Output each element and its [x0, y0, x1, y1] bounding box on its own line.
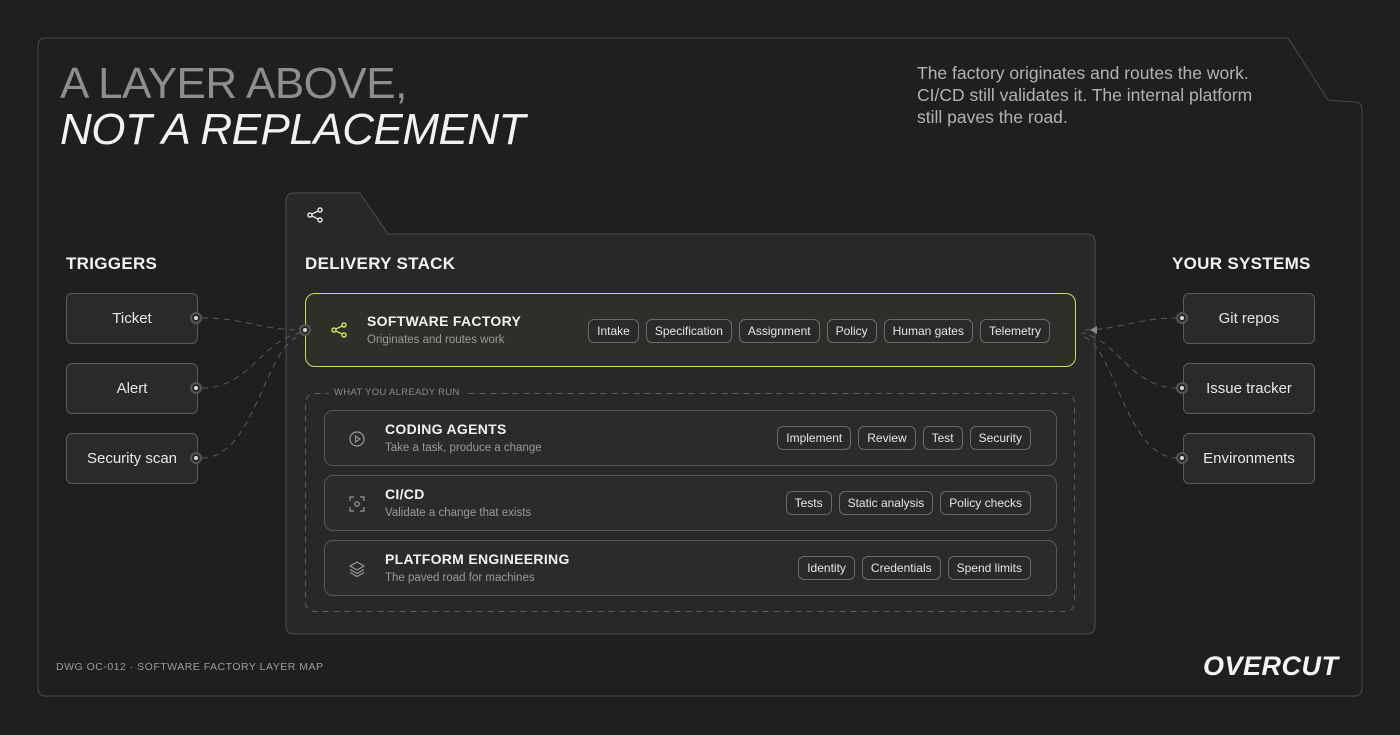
- trigger-port-security-scan: [190, 452, 202, 464]
- layer-description: Validate a change that exists: [385, 507, 532, 519]
- trigger-node-alert[interactable]: Alert: [66, 363, 198, 414]
- trigger-node-ticket[interactable]: Ticket: [66, 293, 198, 344]
- layer-description: Take a task, produce a change: [385, 442, 542, 454]
- play-circle-icon: [349, 431, 365, 447]
- chip-specification[interactable]: Specification: [645, 319, 732, 343]
- chip-static-analysis[interactable]: Static analysis: [838, 491, 934, 515]
- system-port-git-repos: [1176, 312, 1188, 324]
- share-nodes-icon: [331, 322, 347, 338]
- brand-logo: OVERCUT: [1203, 651, 1339, 681]
- layer-description: The paved road for machines: [385, 572, 535, 584]
- page-title: A LAYER ABOVE, NOT A REPLACEMENT: [60, 62, 525, 152]
- layer-name: SOFTWARE FACTORY: [367, 313, 522, 329]
- chip-security[interactable]: Security: [969, 426, 1031, 450]
- layer-name: PLATFORM ENGINEERING: [385, 551, 570, 567]
- scan-frame-icon: [349, 496, 365, 512]
- system-node-environments[interactable]: Environments: [1183, 433, 1315, 484]
- chip-human-gates[interactable]: Human gates: [883, 319, 973, 343]
- system-node-issue-tracker[interactable]: Issue tracker: [1183, 363, 1315, 414]
- trigger-node-security-scan[interactable]: Security scan: [66, 433, 198, 484]
- title-line-2: NOT A REPLACEMENT: [60, 105, 525, 154]
- chip-spend-limits[interactable]: Spend limits: [947, 556, 1031, 580]
- layers-icon: [349, 561, 365, 578]
- share-nodes-icon: [307, 207, 323, 223]
- chip-identity[interactable]: Identity: [798, 556, 855, 580]
- layer-name: CI/CD: [385, 486, 425, 502]
- chip-credentials[interactable]: Credentials: [861, 556, 941, 580]
- layer-description: Originates and routes work: [367, 334, 505, 346]
- triggers-heading: TRIGGERS: [66, 254, 158, 273]
- trigger-port-alert: [190, 382, 202, 394]
- chip-policy-checks[interactable]: Policy checks: [940, 491, 1031, 515]
- coding-agents-layer[interactable]: CODING AGENTS Take a task, produce a cha…: [324, 410, 1057, 466]
- platform-engineering-layer[interactable]: PLATFORM ENGINEERING The paved road for …: [324, 540, 1057, 596]
- layer-name: CODING AGENTS: [385, 421, 507, 437]
- systems-heading: YOUR SYSTEMS: [1172, 254, 1311, 273]
- chip-telemetry[interactable]: Telemetry: [979, 319, 1050, 343]
- title-line-1: A LAYER ABOVE,: [60, 59, 407, 108]
- chip-intake[interactable]: Intake: [588, 319, 639, 343]
- chip-policy[interactable]: Policy: [826, 319, 877, 343]
- factory-port-left: [299, 324, 311, 336]
- group-label: WHAT YOU ALREADY RUN: [329, 387, 465, 398]
- software-factory-layer[interactable]: SOFTWARE FACTORY Originates and routes w…: [305, 293, 1076, 367]
- system-node-git-repos[interactable]: Git repos: [1183, 293, 1315, 344]
- intro-text: The factory originates and routes the wo…: [917, 63, 1253, 127]
- ci-cd-layer[interactable]: CI/CD Validate a change that exists Test…: [324, 475, 1057, 531]
- trigger-port-ticket: [190, 312, 202, 324]
- drawing-code: DWG OC-012 · SOFTWARE FACTORY LAYER MAP: [56, 661, 324, 673]
- chip-assignment[interactable]: Assignment: [738, 319, 820, 343]
- chip-implement[interactable]: Implement: [777, 426, 852, 450]
- chip-review[interactable]: Review: [858, 426, 916, 450]
- system-port-environments: [1176, 452, 1188, 464]
- stack-heading: DELIVERY STACK: [305, 254, 456, 273]
- chip-tests[interactable]: Tests: [785, 491, 832, 515]
- system-port-issue-tracker: [1176, 382, 1188, 394]
- chip-test[interactable]: Test: [922, 426, 963, 450]
